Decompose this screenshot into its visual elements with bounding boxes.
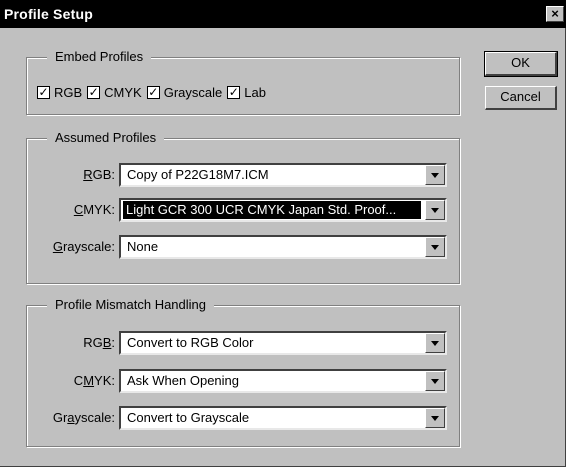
title-bar[interactable]: Profile Setup × xyxy=(0,0,566,28)
mismatch-rgb-label: RGB: xyxy=(83,335,115,350)
embed-profiles-title: Embed Profiles xyxy=(47,49,152,65)
assumed-rgb-dropdown[interactable]: Copy of P22G18M7.ICM xyxy=(119,163,447,187)
dropdown-arrow-icon[interactable] xyxy=(425,371,445,391)
mismatch-grayscale-value: Convert to Grayscale xyxy=(127,410,250,425)
embed-grayscale-checkbox[interactable]: ✓ Grayscale xyxy=(146,84,223,100)
window-title: Profile Setup xyxy=(4,6,93,22)
embed-grayscale-label: Grayscale xyxy=(163,84,223,100)
checkmark-icon[interactable]: ✓ xyxy=(227,85,241,99)
mismatch-handling-group: Profile Mismatch Handling RGB: Convert t… xyxy=(26,297,460,447)
dropdown-arrow-icon[interactable] xyxy=(425,237,445,257)
cancel-button[interactable]: Cancel xyxy=(485,86,557,110)
assumed-cmyk-label: CMYK: xyxy=(73,202,115,217)
dropdown-arrow-icon[interactable] xyxy=(425,200,445,220)
mismatch-cmyk-label: CMYK: xyxy=(73,373,115,388)
assumed-grayscale-label: Grayscale: xyxy=(52,239,115,254)
embed-lab-checkbox[interactable]: ✓ Lab xyxy=(227,85,266,100)
mismatch-rgb-dropdown[interactable]: Convert to RGB Color xyxy=(119,331,447,355)
embed-rgb-label: RGB xyxy=(54,84,83,100)
assumed-profiles-title: Assumed Profiles xyxy=(47,130,165,146)
embed-checkbox-row: ✓ RGB ✓ CMYK ✓ Grayscale ✓ Lab xyxy=(37,84,271,100)
embed-profiles-group: Embed Profiles ✓ RGB ✓ CMYK ✓ Grayscale … xyxy=(26,49,460,115)
embed-rgb-checkbox[interactable]: ✓ RGB xyxy=(37,85,82,100)
assumed-rgb-label: RGB: xyxy=(83,167,115,182)
assumed-cmyk-dropdown[interactable]: Light GCR 300 UCR CMYK Japan Std. Proof.… xyxy=(119,198,447,222)
close-button[interactable]: × xyxy=(546,6,564,22)
assumed-cmyk-value: Light GCR 300 UCR CMYK Japan Std. Proof.… xyxy=(123,201,421,219)
mismatch-cmyk-value: Ask When Opening xyxy=(127,373,240,388)
checkmark-icon[interactable]: ✓ xyxy=(146,85,160,99)
checkmark-icon[interactable]: ✓ xyxy=(37,85,50,99)
assumed-profiles-group: Assumed Profiles RGB: Copy of P22G18M7.I… xyxy=(26,130,460,284)
embed-cmyk-label: CMYK xyxy=(104,84,142,100)
mismatch-handling-title: Profile Mismatch Handling xyxy=(47,297,215,313)
assumed-grayscale-value: None xyxy=(127,239,159,254)
mismatch-grayscale-dropdown[interactable]: Convert to Grayscale xyxy=(119,406,447,430)
profile-setup-dialog: Profile Setup × Embed Profiles ✓ RGB ✓ C… xyxy=(0,0,566,467)
assumed-grayscale-dropdown[interactable]: None xyxy=(119,235,447,259)
mismatch-cmyk-dropdown[interactable]: Ask When Opening xyxy=(119,369,447,393)
close-icon: × xyxy=(551,6,559,21)
embed-lab-label: Lab xyxy=(244,84,266,100)
dropdown-arrow-icon[interactable] xyxy=(425,333,445,353)
checkmark-icon[interactable]: ✓ xyxy=(87,85,101,99)
ok-button[interactable]: OK xyxy=(484,51,558,77)
embed-cmyk-checkbox[interactable]: ✓ CMYK xyxy=(87,85,142,100)
dropdown-arrow-icon[interactable] xyxy=(425,165,445,185)
mismatch-grayscale-label: Grayscale: xyxy=(52,410,115,425)
assumed-rgb-value: Copy of P22G18M7.ICM xyxy=(127,167,269,182)
dropdown-arrow-icon[interactable] xyxy=(425,408,445,428)
mismatch-rgb-value: Convert to RGB Color xyxy=(127,335,254,350)
